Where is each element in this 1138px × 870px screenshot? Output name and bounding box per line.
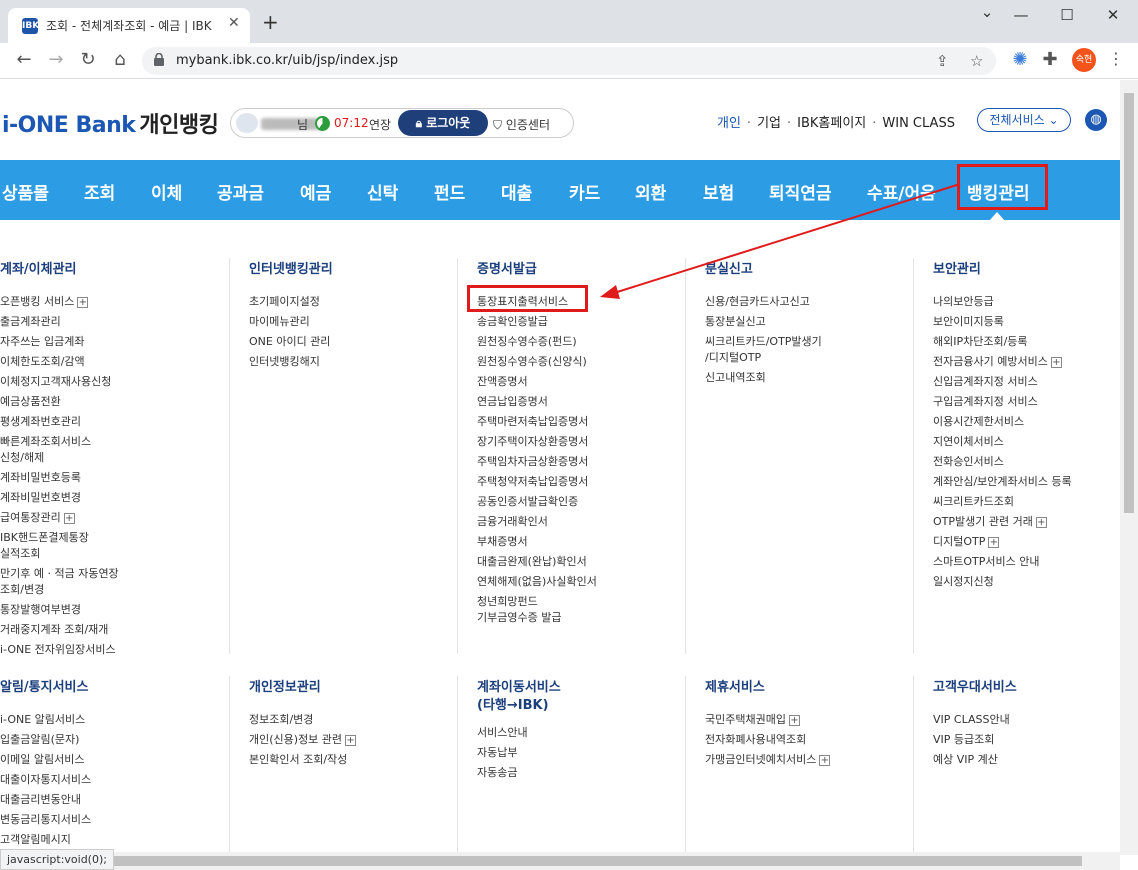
- minimize-icon[interactable]: —: [998, 6, 1044, 24]
- loading-icon: ✺: [1012, 49, 1028, 70]
- address-bar[interactable]: mybank.ibk.co.kr/uib/jsp/index.jsp ⇪ ☆: [142, 47, 996, 75]
- forward-icon[interactable]: →: [44, 49, 68, 70]
- annotation-arrow: [600, 183, 961, 299]
- browser-menu-icon[interactable]: ⋮: [1108, 49, 1124, 68]
- status-bar: javascript:void(0);: [0, 849, 114, 870]
- reload-icon[interactable]: ↻: [76, 49, 100, 70]
- lock-icon: [154, 53, 164, 66]
- bookmark-star-icon[interactable]: ☆: [970, 52, 983, 70]
- close-window-icon[interactable]: ✕: [1090, 6, 1136, 24]
- new-tab-icon[interactable]: +: [262, 12, 279, 32]
- extensions-icon[interactable]: ✚: [1038, 49, 1062, 70]
- maximize-icon[interactable]: ☐: [1044, 6, 1090, 24]
- url-text: mybank.ibk.co.kr/uib/jsp/index.jsp: [176, 53, 399, 68]
- browser-toolbar: ← → ↻ ⌂ mybank.ibk.co.kr/uib/jsp/index.j…: [0, 43, 1138, 79]
- vertical-scrollbar[interactable]: [1120, 80, 1138, 855]
- browser-tab[interactable]: IBK 조회 - 전체계좌조회 - 예금 | IBK ✕: [8, 8, 250, 43]
- horizontal-scrollbar[interactable]: [0, 852, 1120, 870]
- ibk-favicon-icon: IBK: [22, 18, 39, 34]
- profile-avatar[interactable]: 숙현: [1072, 48, 1096, 72]
- tab-title: 조회 - 전체계좌조회 - 예금 | IBK: [46, 19, 212, 33]
- share-icon[interactable]: ⇪: [936, 52, 949, 70]
- tab-close-icon[interactable]: ✕: [228, 15, 240, 31]
- scrollbar-thumb[interactable]: [1124, 93, 1134, 513]
- back-icon[interactable]: ←: [12, 49, 36, 70]
- home-icon[interactable]: ⌂: [108, 49, 132, 70]
- page-content: i-ONE Bank 개인뱅킹 님 07:12 연장 🔒︎ 로그아웃 ⛉ 인증센터…: [0, 80, 1120, 870]
- tab-strip: IBK 조회 - 전체계좌조회 - 예금 | IBK ✕ + ⌄ — ☐ ✕: [0, 0, 1138, 43]
- scrollbar-thumb[interactable]: [106, 856, 1082, 866]
